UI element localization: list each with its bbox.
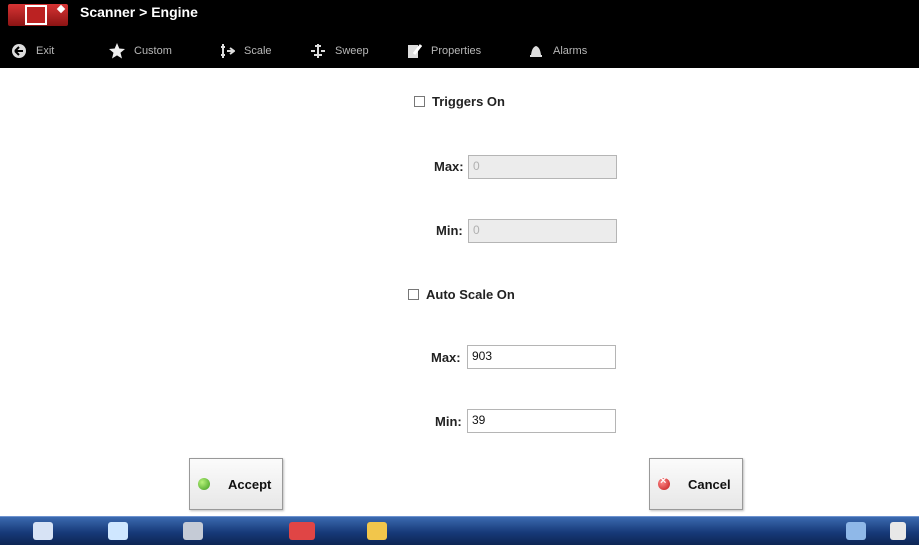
alarms-button[interactable]: Alarms (527, 36, 587, 66)
alarms-label: Alarms (553, 45, 588, 57)
sweep-button[interactable]: Sweep (309, 36, 369, 66)
properties-icon (405, 42, 423, 60)
scale-button[interactable]: Scale (218, 36, 272, 66)
custom-label: Custom (134, 45, 172, 57)
exit-arrow-icon (10, 42, 28, 60)
autoscale-min-label: Min: (435, 414, 462, 429)
properties-label: Properties (431, 45, 482, 57)
triggers-on-label: Triggers On (432, 94, 505, 109)
accept-label: Accept (228, 476, 272, 492)
toolbar: Exit Custom Scale Sweep Properties Alarm… (0, 36, 919, 66)
folder-icon[interactable] (367, 522, 387, 540)
triggers-min-label: Min: (436, 223, 463, 238)
autoscale-max-label: Max: (431, 350, 461, 365)
checkbox-box[interactable] (408, 289, 419, 300)
auto-scale-on-label: Auto Scale On (426, 287, 515, 302)
exit-label: Exit (36, 45, 55, 57)
sweep-label: Sweep (335, 45, 369, 57)
autoscale-max-field[interactable]: 903 (467, 345, 616, 369)
page-title: Scanner > Engine (80, 4, 198, 20)
scale-icon (218, 42, 236, 60)
wifi-icon[interactable] (846, 522, 866, 540)
accept-button[interactable]: Accept (189, 458, 283, 510)
triggers-min-field[interactable]: 0 (468, 219, 617, 243)
accept-check-icon (198, 478, 210, 490)
sweep-icon (309, 42, 327, 60)
scale-label: Scale (244, 45, 272, 57)
scanner-glyph-icon (25, 5, 47, 25)
properties-button[interactable]: Properties (405, 36, 481, 66)
tools-icon[interactable] (183, 522, 203, 540)
cancel-x-icon (658, 475, 670, 490)
app-logo-icon[interactable] (8, 4, 68, 26)
browser-icon[interactable] (108, 522, 128, 540)
cancel-button[interactable]: Cancel (649, 458, 743, 510)
taskbar (0, 516, 919, 545)
signal-icon[interactable] (890, 522, 906, 540)
checkbox-box[interactable] (414, 96, 425, 107)
cancel-label: Cancel (688, 476, 731, 492)
exit-button[interactable]: Exit (10, 36, 54, 66)
triggers-on-checkbox[interactable]: Triggers On (414, 94, 505, 109)
auto-scale-on-checkbox[interactable]: Auto Scale On (408, 287, 515, 302)
triggers-max-label: Max: (434, 159, 464, 174)
custom-button[interactable]: Custom (108, 36, 172, 66)
star-icon (108, 42, 126, 60)
vehicle-icon[interactable] (289, 522, 315, 540)
alarm-bell-icon (527, 42, 545, 60)
autoscale-min-field[interactable]: 39 (467, 409, 616, 433)
triggers-max-field[interactable]: 0 (468, 155, 617, 179)
home-icon[interactable] (33, 522, 53, 540)
top-bar: Scanner > Engine Exit Custom Scale Sweep (0, 0, 919, 68)
indicator-icon (56, 4, 66, 14)
